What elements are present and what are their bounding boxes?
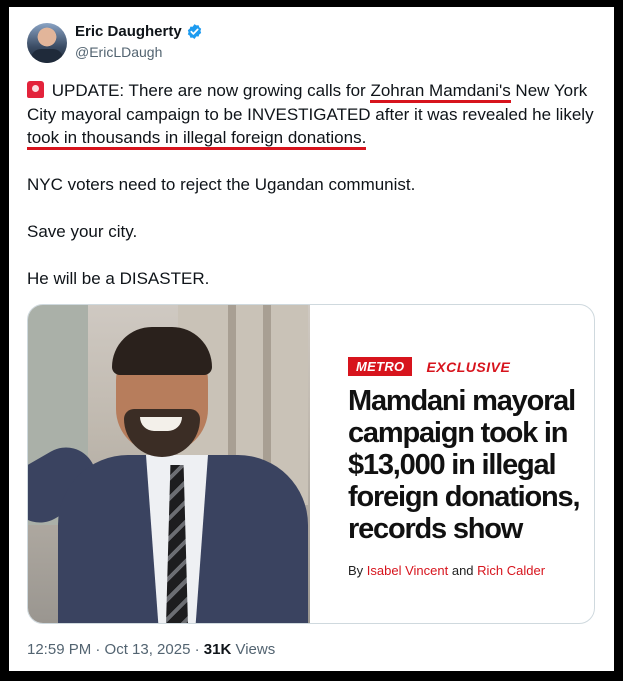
article-card[interactable]: METRO EXCLUSIVE Mamdani mayoral campaign… <box>27 304 595 624</box>
article-photo <box>28 305 310 623</box>
tweet-meta: 12:59 PM · Oct 13, 2025 · 31K Views <box>27 641 275 658</box>
tweet-paragraph-4: He will be a DISASTER. <box>27 269 210 288</box>
byline-author-1: Isabel Vincent <box>366 563 449 578</box>
author-name-row[interactable]: Eric Daugherty <box>75 23 203 40</box>
views-label: Views <box>231 641 276 658</box>
avatar[interactable] <box>27 23 67 63</box>
tweet-paragraph-2: NYC voters need to reject the Ugandan co… <box>27 175 416 194</box>
verified-badge-icon <box>187 24 201 39</box>
siren-icon <box>27 81 44 98</box>
tweet-paragraph-3: Save your city. <box>27 222 138 241</box>
tweet-timestamp[interactable]: 12:59 PM · Oct 13, 2025 · <box>27 641 204 658</box>
article-byline: By Isabel Vincent and Rich Calder <box>348 563 546 578</box>
author-name[interactable]: Eric Daugherty <box>75 23 182 40</box>
view-count: 31K <box>203 641 232 658</box>
section-badge: METRO <box>348 357 413 376</box>
article-preview: METRO EXCLUSIVE Mamdani mayoral campaign… <box>328 305 594 623</box>
article-headline: Mamdani mayoral campaign took in $13,000… <box>348 385 581 545</box>
highlight-donations: took in thousands in illegal foreign don… <box>27 128 367 150</box>
tweet-paragraph-1: UPDATE: There are now growing calls for … <box>27 79 607 150</box>
exclusive-label: EXCLUSIVE <box>426 358 511 375</box>
author-handle[interactable]: @EricLDaugh <box>75 44 162 60</box>
tweet-text: UPDATE: There are now growing calls for … <box>27 79 607 314</box>
byline-author-2: Rich Calder <box>477 563 546 578</box>
article-tags: METRO EXCLUSIVE <box>348 357 510 376</box>
tweet-card: Eric Daugherty @EricLDaugh UPDATE: There… <box>9 7 614 671</box>
highlight-name: Zohran Mamdani's <box>370 81 511 103</box>
